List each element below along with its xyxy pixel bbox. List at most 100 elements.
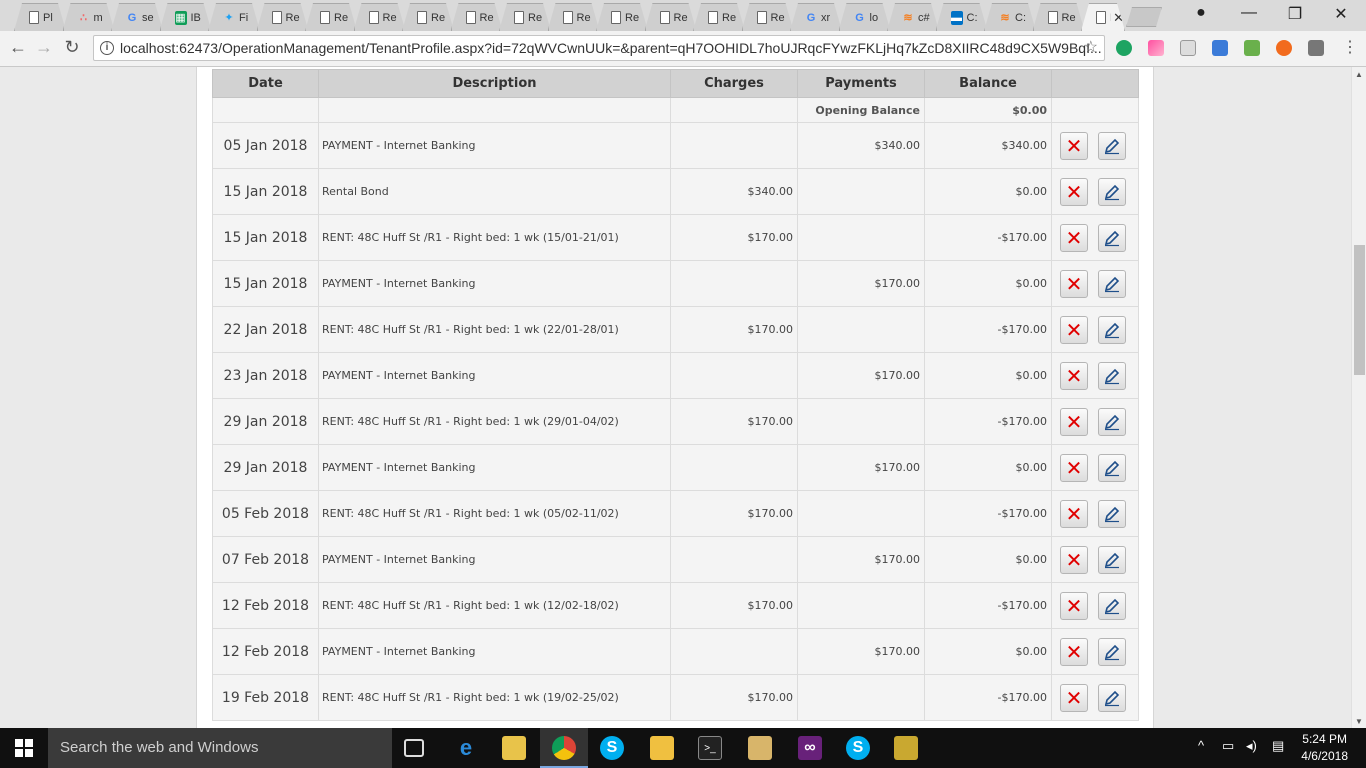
color-extension-icon[interactable] <box>1148 40 1164 56</box>
browser-tab[interactable]: Pl <box>14 3 66 31</box>
browser-tab[interactable]: Glo <box>839 3 891 31</box>
browser-tab[interactable]: ▦ IB <box>160 3 212 31</box>
visual-studio-icon[interactable]: ∞ <box>798 736 822 760</box>
row-date: 07 Feb 2018 <box>212 536 319 583</box>
address-bar[interactable]: i localhost:62473/OperationManagement/Te… <box>93 35 1105 61</box>
network-icon[interactable]: ▭ <box>1222 738 1234 754</box>
browser-tab[interactable]: Re <box>354 3 406 31</box>
forward-arrow-icon[interactable]: → <box>32 37 56 58</box>
edit-button[interactable] <box>1098 453 1126 482</box>
new-tab-button[interactable] <box>1126 7 1162 27</box>
restore-button[interactable]: ❐ <box>1283 4 1307 24</box>
tab-label: Re <box>479 11 494 24</box>
tab-close-icon[interactable]: ✕ <box>1113 10 1124 26</box>
delete-button[interactable]: ✕ <box>1060 499 1088 528</box>
scroll-up-arrow-icon[interactable]: ▲ <box>1355 70 1363 79</box>
delete-button[interactable]: ✕ <box>1060 637 1088 666</box>
skype-icon[interactable]: S <box>600 736 624 760</box>
task-view-icon[interactable] <box>404 739 424 757</box>
pencil-icon <box>1104 276 1120 292</box>
menu-icon[interactable]: ⋮ <box>1338 37 1362 57</box>
start-button[interactable] <box>0 728 48 768</box>
orange-extension-icon[interactable] <box>1276 40 1292 56</box>
row-balance: -$170.00 <box>924 306 1052 353</box>
table-row: 29 Jan 2018 PAYMENT - Internet Banking $17… <box>212 444 1139 491</box>
browser-tab[interactable]: Gse <box>111 3 163 31</box>
notifications-icon[interactable]: ▤ <box>1272 738 1284 754</box>
browser-tab[interactable]: Gxr <box>790 3 842 31</box>
browser-tab[interactable]: Re✕ <box>1081 3 1125 31</box>
browser-tab[interactable]: Re <box>499 3 551 31</box>
browser-tab[interactable]: Re <box>596 3 648 31</box>
tab-counter-extension-icon[interactable] <box>1212 40 1228 56</box>
edit-button[interactable] <box>1098 177 1126 206</box>
row-balance: -$170.00 <box>924 674 1052 721</box>
delete-button[interactable]: ✕ <box>1060 453 1088 482</box>
row-payments <box>797 214 925 261</box>
chrome-icon[interactable] <box>552 736 576 760</box>
scroll-down-arrow-icon[interactable]: ▼ <box>1355 717 1363 726</box>
browser-tab[interactable]: Re <box>402 3 454 31</box>
browser-tab[interactable]: Re <box>1033 3 1085 31</box>
delete-button[interactable]: ✕ <box>1060 361 1088 390</box>
delete-button[interactable]: ✕ <box>1060 591 1088 620</box>
delete-button[interactable]: ✕ <box>1060 315 1088 344</box>
browser-tab[interactable]: ≋ c# <box>887 3 939 31</box>
inspector-extension-icon[interactable] <box>1180 40 1196 56</box>
browser-tab[interactable]: Re <box>645 3 697 31</box>
edit-button[interactable] <box>1098 545 1126 574</box>
delete-button[interactable]: ✕ <box>1060 269 1088 298</box>
browser-tab[interactable]: Re <box>451 3 503 31</box>
edge-icon[interactable]: e <box>454 736 478 760</box>
scrollbar-thumb[interactable] <box>1354 245 1365 375</box>
delete-button[interactable]: ✕ <box>1060 223 1088 252</box>
clipboard-extension-icon[interactable] <box>1244 40 1260 56</box>
skype-icon-2[interactable]: S <box>846 736 870 760</box>
browser-tab[interactable]: Re <box>257 3 309 31</box>
profile-icon[interactable]: ● <box>1189 4 1213 22</box>
tools-icon[interactable] <box>894 736 918 760</box>
row-charges: $170.00 <box>670 582 798 629</box>
tab-label: m <box>93 11 103 24</box>
browser-tab[interactable]: ≋ C: <box>984 3 1036 31</box>
file-explorer-yellow-icon[interactable] <box>502 736 526 760</box>
grammarly-extension-icon[interactable] <box>1116 40 1132 56</box>
back-arrow-icon[interactable]: ← <box>6 37 30 58</box>
info-icon[interactable]: i <box>100 41 114 55</box>
browser-tab[interactable]: ▬ C: <box>936 3 988 31</box>
bookmark-star-icon[interactable]: ☆ <box>1084 36 1098 60</box>
browser-tab[interactable]: ∴ m <box>63 3 115 31</box>
edit-button[interactable] <box>1098 407 1126 436</box>
file-manager-icon[interactable] <box>748 736 772 760</box>
browser-tab[interactable]: ✦ Fi <box>208 3 260 31</box>
edit-button[interactable] <box>1098 269 1126 298</box>
taskbar-clock[interactable]: 5:24 PM 4/6/2018 <box>1301 731 1348 765</box>
folder-icon[interactable] <box>650 736 674 760</box>
taskbar-search-box[interactable]: Search the web and Windows <box>48 728 392 768</box>
edit-button[interactable] <box>1098 591 1126 620</box>
edit-button[interactable] <box>1098 683 1126 712</box>
window-close-button[interactable]: ✕ <box>1329 4 1353 24</box>
edit-button[interactable] <box>1098 223 1126 252</box>
edit-button[interactable] <box>1098 131 1126 160</box>
browser-tab[interactable]: Re <box>693 3 745 31</box>
page-scrollbar[interactable]: ▲ ▼ <box>1351 67 1366 728</box>
edit-button[interactable] <box>1098 499 1126 528</box>
tray-chevron-icon[interactable]: ^ <box>1198 738 1204 753</box>
delete-button[interactable]: ✕ <box>1060 407 1088 436</box>
edit-button[interactable] <box>1098 361 1126 390</box>
browser-tab[interactable]: Re <box>742 3 794 31</box>
delete-button[interactable]: ✕ <box>1060 177 1088 206</box>
minimize-button[interactable]: — <box>1237 4 1261 22</box>
browser-tab[interactable]: Re <box>305 3 357 31</box>
volume-icon[interactable]: ◂) <box>1246 738 1257 754</box>
delete-button[interactable]: ✕ <box>1060 683 1088 712</box>
command-prompt-icon[interactable]: >_ <box>698 736 722 760</box>
delete-button[interactable]: ✕ <box>1060 131 1088 160</box>
browser-tab[interactable]: Re <box>548 3 600 31</box>
delete-button[interactable]: ✕ <box>1060 545 1088 574</box>
reload-icon[interactable]: ↻ <box>60 37 84 58</box>
gray-extension-icon[interactable] <box>1308 40 1324 56</box>
edit-button[interactable] <box>1098 637 1126 666</box>
edit-button[interactable] <box>1098 315 1126 344</box>
